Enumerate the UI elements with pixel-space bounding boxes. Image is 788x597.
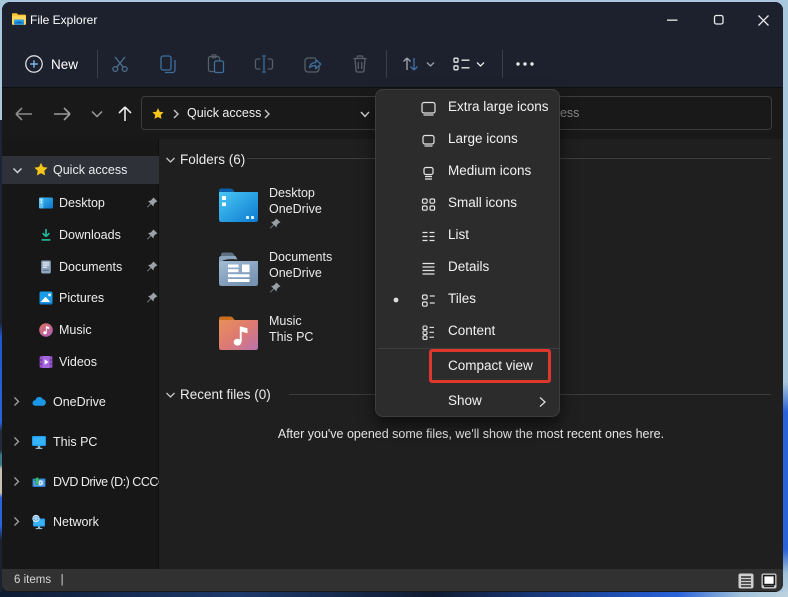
svg-text:New: New xyxy=(51,57,78,72)
